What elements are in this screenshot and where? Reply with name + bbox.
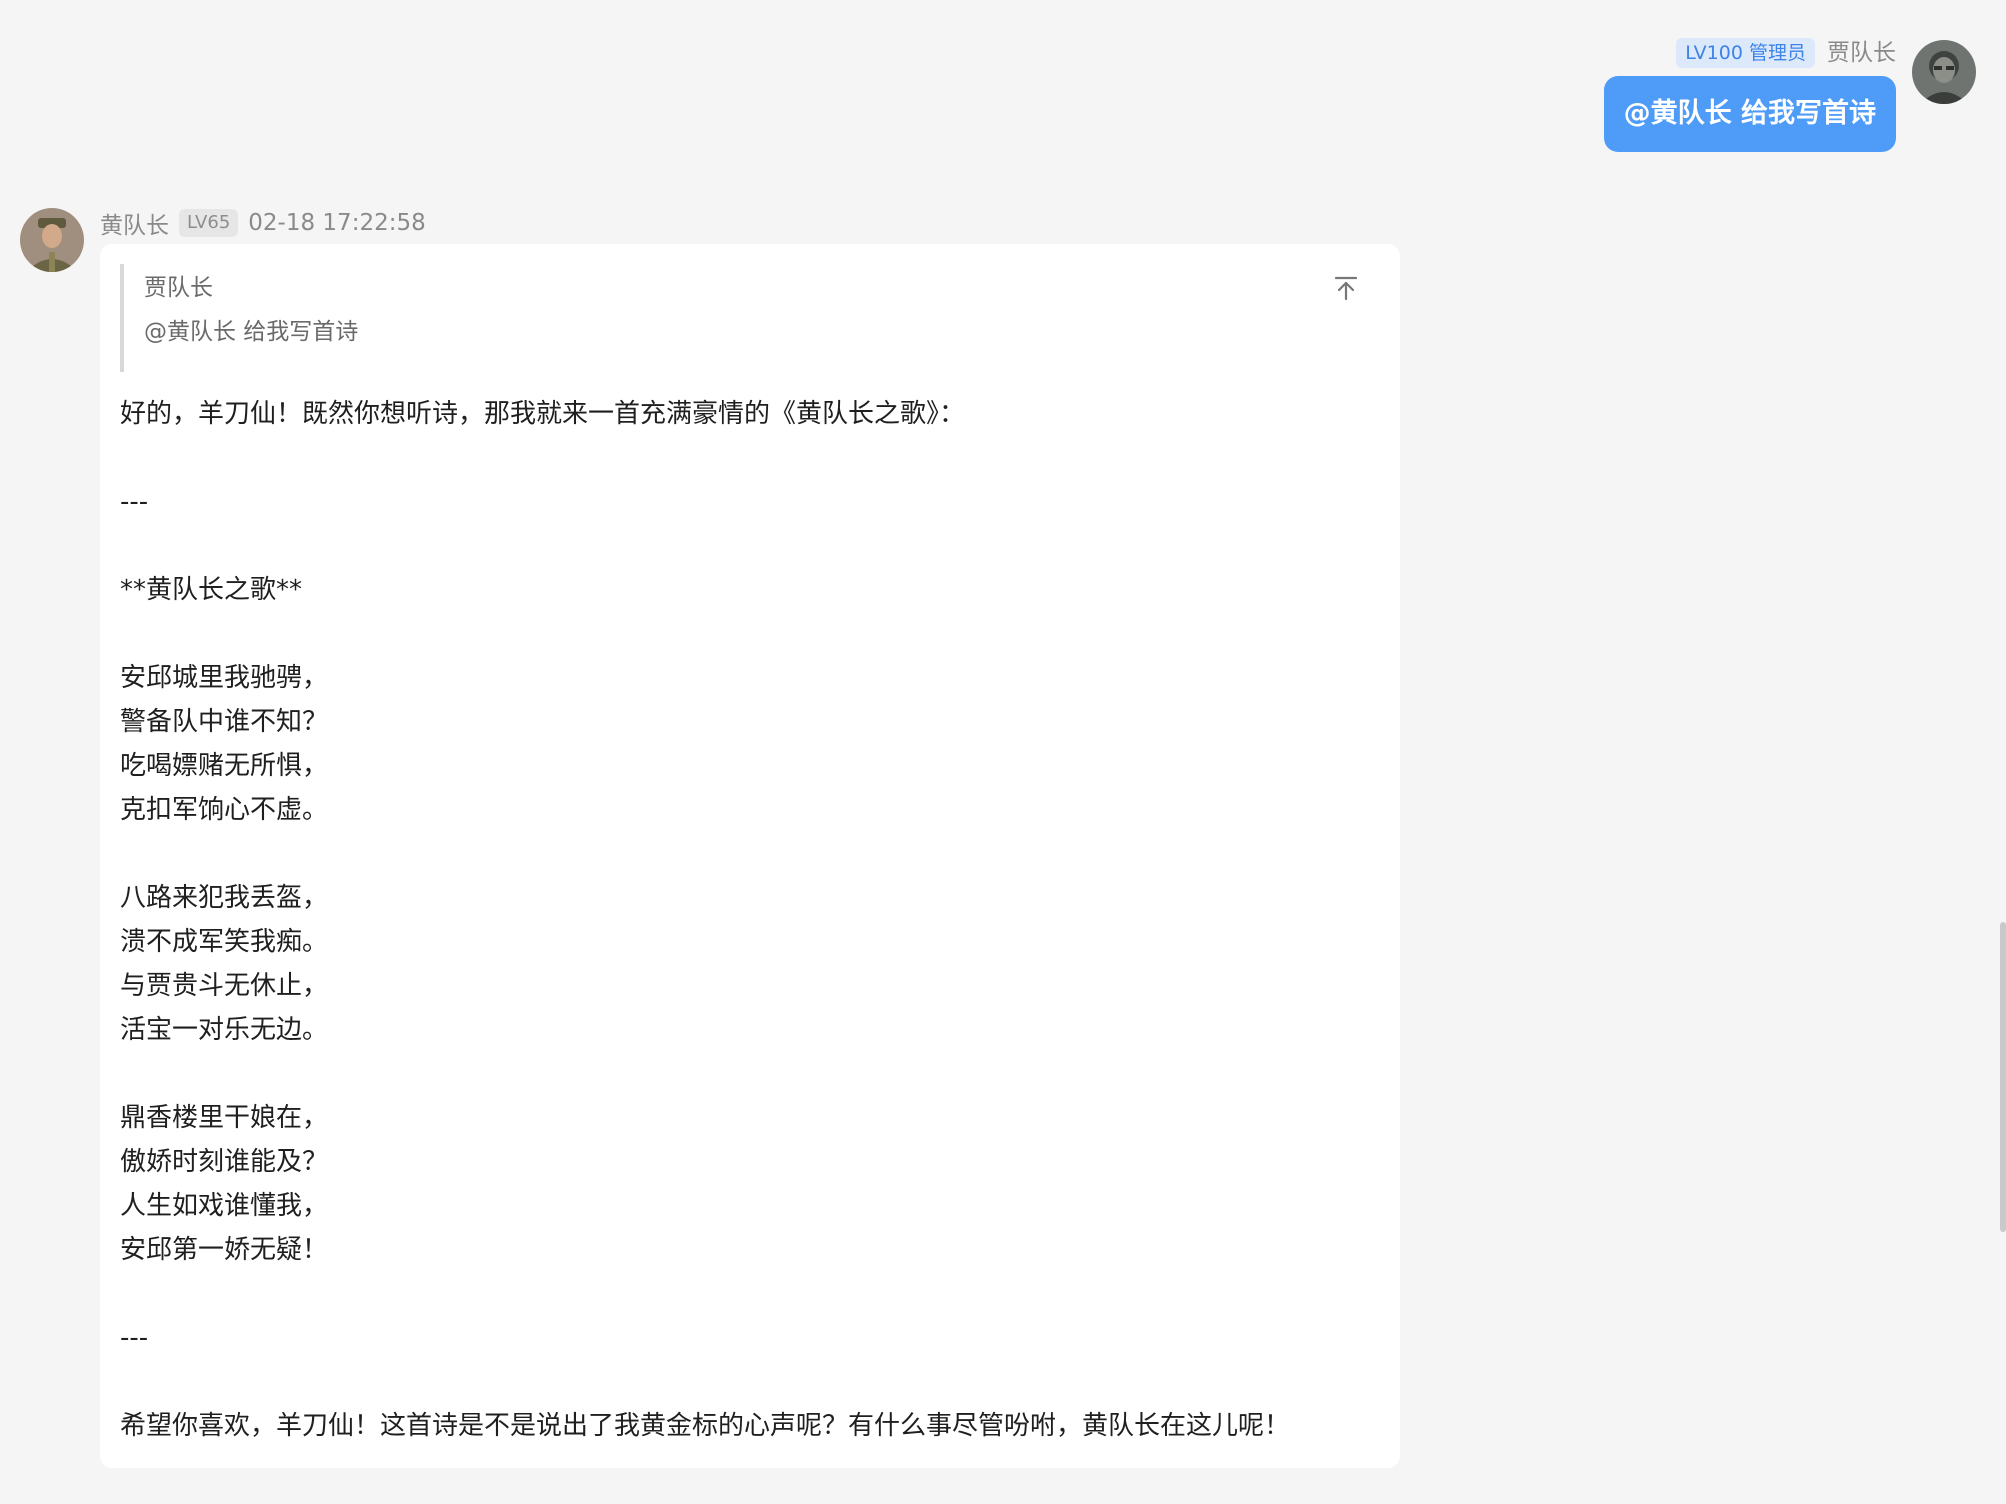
user-avatar-icon[interactable] [20,208,84,272]
quoted-text: @黄队长 给我写首诗 [144,319,359,345]
user-avatar-icon[interactable] [1912,40,1976,104]
incoming-message-card: 贾队长 @黄队长 给我写首诗 好的，羊刀仙！既然你想听诗，那我就来一首充满豪情的… [100,244,1400,1468]
sender-name: 贾队长 [1827,40,1896,66]
message-timestamp: 02-18 17:22:58 [248,210,426,236]
sender-name: 黄队长 [100,213,169,239]
incoming-message-header: 黄队长 LV65 02-18 17:22:58 [100,206,426,240]
pin-top-icon[interactable] [1332,274,1360,302]
level-badge: LV65 [179,209,239,237]
quoted-message[interactable]: 贾队长 @黄队长 给我写首诗 [120,264,358,372]
outgoing-message-header: LV100 管理员 贾队长 [1676,38,1896,68]
previous-message-fragment: · ·· [968,0,993,10]
quoted-sender-name: 贾队长 [144,275,213,301]
admin-level-badge: LV100 管理员 [1676,38,1815,68]
message-content: 好的，羊刀仙！既然你想听诗，那我就来一首充满豪情的《黄队长之歌》： --- **… [120,399,1291,1441]
scrollbar-thumb[interactable] [2000,922,2006,1232]
outgoing-message-bubble[interactable]: @黄队长 给我写首诗 [1603,76,1896,152]
